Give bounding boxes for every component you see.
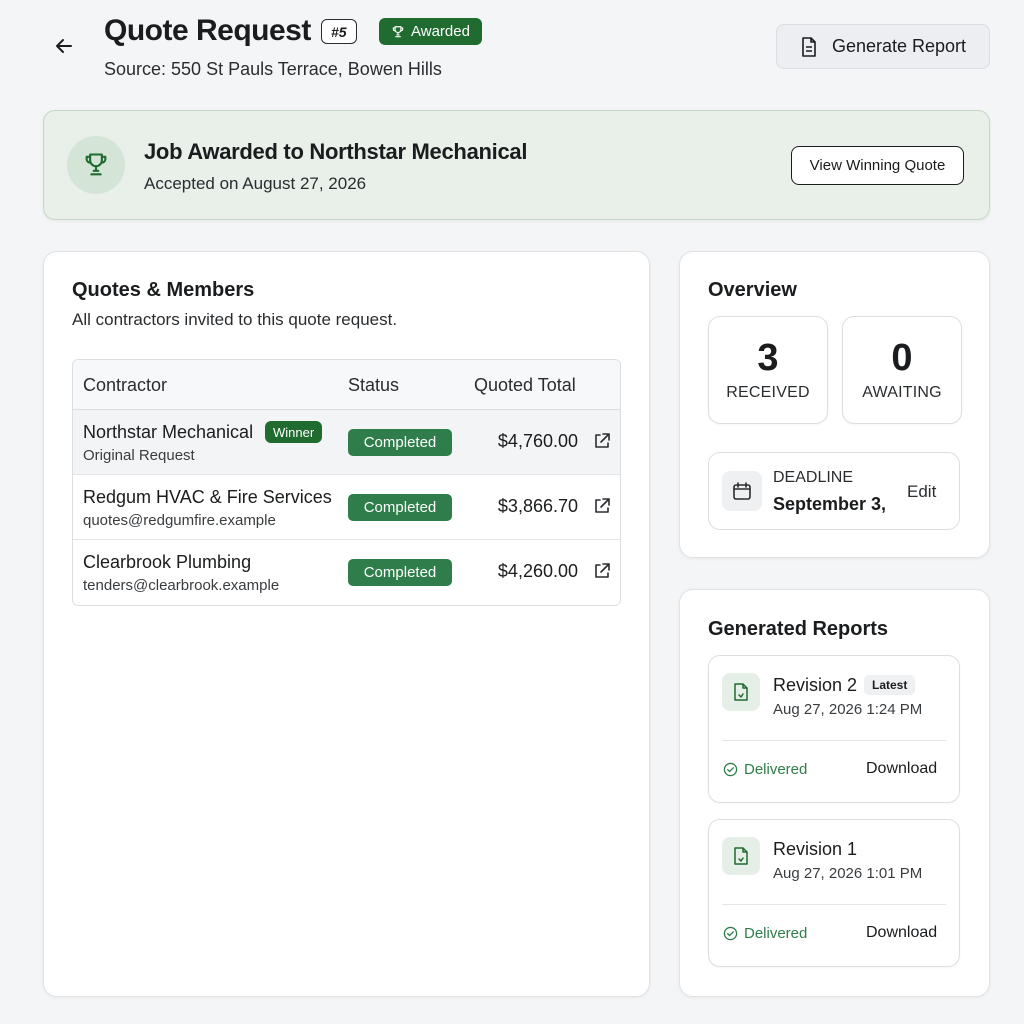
contractor-name: Clearbrook Plumbing <box>83 552 252 572</box>
back-button[interactable] <box>48 30 80 62</box>
overview-title: Overview <box>708 279 797 301</box>
deadline-edit-button[interactable]: Edit <box>907 482 936 502</box>
table-row[interactable]: Northstar Mechanical Winner Original Req… <box>73 410 620 475</box>
awaiting-label: AWAITING <box>862 384 942 401</box>
delivered-status: Delivered <box>723 761 807 778</box>
generate-report-label: Generate Report <box>831 36 967 56</box>
contractor-name: Northstar Mechanical <box>83 422 254 442</box>
awarded-label: Awarded <box>411 23 470 40</box>
contractor-detail: Original Request <box>83 447 195 464</box>
awaiting-count: 0 <box>891 337 913 379</box>
deadline-label: DEADLINE <box>773 469 854 486</box>
generate-report-button[interactable]: Generate Report <box>776 24 990 69</box>
delivered-status: Delivered <box>723 925 807 942</box>
source-address: Source: 550 St Pauls Terrace, Bowen Hill… <box>104 59 442 79</box>
report-name: Revision 1 <box>773 839 858 859</box>
banner-title: Job Awarded to Northstar Mechanical <box>144 139 528 164</box>
check-circle-icon <box>723 926 738 941</box>
banner-subtitle: Accepted on August 27, 2026 <box>144 174 367 193</box>
column-header-status: Status <box>348 375 400 395</box>
divider <box>722 740 946 741</box>
divider <box>722 904 946 905</box>
page-title: Quote Request <box>104 14 311 47</box>
external-link-icon[interactable] <box>593 432 611 450</box>
file-icon <box>734 847 748 865</box>
quotes-card-title: Quotes & Members <box>72 279 255 301</box>
report-name: Revision 2 <box>773 675 858 695</box>
report-item: Revision 2 Latest Aug 27, 2026 1:24 PM D… <box>708 655 960 803</box>
document-icon <box>802 36 816 57</box>
external-link-icon[interactable] <box>593 497 611 515</box>
quotes-card-subtitle: All contractors invited to this quote re… <box>72 310 398 329</box>
received-count: 3 <box>757 337 779 379</box>
quotes-table: Contractor Status Quoted Total Northstar… <box>72 359 621 606</box>
awarded-status-badge: Awarded <box>379 18 482 45</box>
report-file-badge <box>722 837 760 875</box>
reports-title: Generated Reports <box>708 618 889 640</box>
quoted-total: $4,260.00 <box>497 561 578 581</box>
deadline-box: DEADLINE September 3, Edit <box>708 452 960 530</box>
view-winning-quote-button[interactable]: View Winning Quote <box>791 146 964 185</box>
trophy-icon <box>392 25 404 37</box>
request-id-badge: #5 <box>321 19 357 44</box>
report-date: Aug 27, 2026 1:24 PM <box>773 701 923 718</box>
quoted-total: $4,760.00 <box>497 431 578 451</box>
table-row[interactable]: Redgum HVAC & Fire Services quotes@redgu… <box>73 475 620 540</box>
contractor-detail: tenders@clearbrook.example <box>83 577 280 594</box>
contractor-name: Redgum HVAC & Fire Services <box>83 487 332 507</box>
calendar-icon <box>733 482 751 500</box>
banner-trophy-badge <box>67 136 125 194</box>
column-header-contractor: Contractor <box>83 375 168 395</box>
received-stat: 3 RECEIVED <box>708 316 828 424</box>
received-label: RECEIVED <box>726 384 810 401</box>
status-badge: Completed <box>348 429 452 456</box>
winner-badge: Winner <box>265 421 323 443</box>
awaiting-stat: 0 AWAITING <box>842 316 962 424</box>
download-button[interactable]: Download <box>866 924 937 942</box>
table-row[interactable]: Clearbrook Plumbing tenders@clearbrook.e… <box>73 540 620 605</box>
column-header-total: Quoted Total <box>474 375 576 395</box>
report-date: Aug 27, 2026 1:01 PM <box>773 865 923 882</box>
table-header: Contractor Status Quoted Total <box>73 360 620 410</box>
quoted-total: $3,866.70 <box>497 496 578 516</box>
contractor-detail: quotes@redgumfire.example <box>83 512 276 529</box>
download-button[interactable]: Download <box>866 760 937 778</box>
report-file-badge <box>722 673 760 711</box>
latest-badge: Latest <box>864 675 916 695</box>
status-badge: Completed <box>348 559 452 586</box>
delivered-label: Delivered <box>744 761 808 778</box>
calendar-badge <box>722 471 762 511</box>
back-arrow-icon <box>56 39 72 53</box>
check-circle-icon <box>723 762 738 777</box>
delivered-label: Delivered <box>744 925 808 942</box>
external-link-icon[interactable] <box>593 562 611 580</box>
file-icon <box>734 683 748 701</box>
status-badge: Completed <box>348 494 452 521</box>
trophy-icon <box>85 153 107 176</box>
report-item: Revision 1 Aug 27, 2026 1:01 PM Delivere… <box>708 819 960 967</box>
deadline-value: September 3, <box>773 494 885 514</box>
